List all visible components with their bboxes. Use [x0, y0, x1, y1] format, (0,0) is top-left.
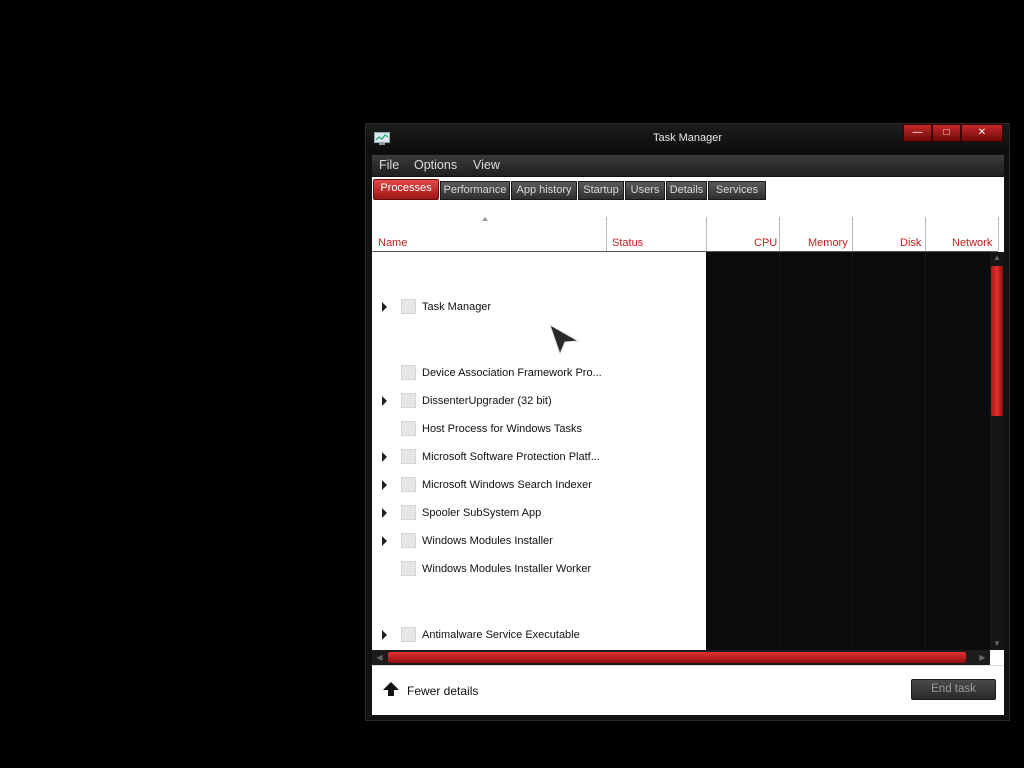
tab-processes[interactable]: Processes [373, 179, 439, 200]
process-icon [401, 393, 416, 408]
process-name: DissenterUpgrader (32 bit) [422, 395, 552, 407]
process-row[interactable]: Host Process for Windows Tasks [372, 415, 706, 443]
column-header-disk[interactable]: Disk [900, 237, 921, 249]
tab-startup[interactable]: Startup [578, 181, 624, 200]
process-name: Spooler SubSystem App [422, 507, 542, 519]
scroll-down-icon[interactable]: ▼ [990, 638, 1004, 650]
footer-divider [372, 665, 1004, 666]
resource-columns [706, 252, 990, 650]
tab-services[interactable]: Services [708, 181, 766, 200]
expand-arrow-icon[interactable] [382, 452, 387, 462]
column-divider [852, 252, 853, 650]
column-divider [925, 252, 926, 650]
mouse-pointer-icon [549, 323, 580, 356]
expand-arrow-icon[interactable] [382, 536, 387, 546]
arrow-up-icon[interactable] [382, 681, 400, 697]
process-icon [401, 533, 416, 548]
column-header-cpu[interactable]: CPU [754, 237, 777, 249]
process-name: Microsoft Software Protection Platf... [422, 451, 600, 463]
column-divider[interactable] [852, 217, 853, 251]
vertical-scroll-thumb[interactable] [991, 266, 1003, 416]
process-row[interactable]: Device Association Framework Pro... [372, 359, 706, 387]
process-name: Antimalware Service Executable [422, 629, 580, 641]
column-header-memory[interactable]: Memory [808, 237, 848, 249]
scroll-left-icon[interactable]: ◀ [372, 650, 387, 665]
process-row[interactable]: Spooler SubSystem App [372, 499, 706, 527]
scroll-right-icon[interactable]: ▶ [975, 650, 990, 665]
process-name: Windows Modules Installer [422, 535, 553, 547]
process-row[interactable]: DissenterUpgrader (32 bit) [372, 387, 706, 415]
menu-view[interactable]: View [473, 158, 500, 172]
maximize-button[interactable]: □ [932, 124, 961, 142]
tab-users[interactable]: Users [625, 181, 665, 200]
column-header-status[interactable]: Status [612, 237, 643, 249]
tab-app-history[interactable]: App history [511, 181, 577, 200]
column-header-network[interactable]: Network [952, 237, 992, 249]
fewer-details-link[interactable]: Fewer details [407, 684, 478, 698]
expand-arrow-icon[interactable] [382, 630, 387, 640]
tab-details[interactable]: Details [666, 181, 707, 200]
menu-bar: File Options View [372, 155, 1004, 176]
process-icon [401, 627, 416, 642]
process-row[interactable]: Microsoft Software Protection Platf... [372, 443, 706, 471]
horizontal-scrollbar[interactable]: ◀ ▶ [372, 650, 990, 665]
column-divider[interactable] [606, 217, 607, 251]
column-header-name[interactable]: Name [378, 237, 407, 249]
expand-arrow-icon[interactable] [382, 508, 387, 518]
client-area: Processes Performance App history Startu… [372, 177, 1004, 715]
close-button[interactable]: ✕ [961, 124, 1003, 142]
process-row[interactable]: Task Manager [372, 293, 706, 321]
process-name: Microsoft Windows Search Indexer [422, 479, 592, 491]
process-name: Windows Modules Installer Worker [422, 563, 592, 575]
tab-performance[interactable]: Performance [440, 181, 510, 200]
column-divider[interactable] [998, 217, 999, 251]
vertical-scrollbar[interactable]: ▲ ▼ [990, 252, 1004, 650]
process-name: Device Association Framework Pro... [422, 367, 602, 379]
process-row[interactable]: Microsoft Windows Search Indexer [372, 471, 706, 499]
menu-options[interactable]: Options [414, 158, 457, 172]
process-icon [401, 365, 416, 380]
horizontal-scroll-thumb[interactable] [388, 652, 966, 663]
column-divider [779, 252, 780, 650]
process-name: Task Manager [422, 301, 492, 313]
process-row[interactable]: Windows Modules Installer Worker [372, 555, 706, 583]
column-divider[interactable] [925, 217, 926, 251]
expand-arrow-icon[interactable] [382, 480, 387, 490]
sort-ascending-icon [482, 217, 488, 221]
process-row[interactable]: Antimalware Service Executable [372, 621, 706, 649]
process-icon [401, 449, 416, 464]
column-divider[interactable] [779, 217, 780, 251]
minimize-button[interactable]: — [903, 124, 932, 142]
expand-arrow-icon[interactable] [382, 396, 387, 406]
process-row[interactable]: Windows Modules Installer [372, 527, 706, 555]
end-task-button[interactable]: End task [911, 679, 996, 700]
process-icon [401, 561, 416, 576]
process-icon [401, 477, 416, 492]
process-icon [401, 505, 416, 520]
process-name: Host Process for Windows Tasks [422, 423, 582, 435]
menu-file[interactable]: File [379, 158, 399, 172]
scroll-up-icon[interactable]: ▲ [990, 252, 1004, 264]
process-icon [401, 421, 416, 436]
process-icon [401, 299, 416, 314]
column-divider[interactable] [706, 217, 707, 251]
task-manager-window: Task Manager — □ ✕ File Options View Pro… [365, 123, 1010, 721]
title-bar[interactable]: Task Manager — □ ✕ [366, 124, 1009, 154]
expand-arrow-icon[interactable] [382, 302, 387, 312]
